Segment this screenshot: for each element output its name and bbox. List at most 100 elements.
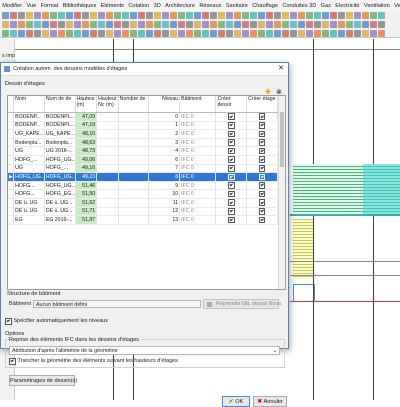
cell-building[interactable]: IFC 0 [179, 138, 217, 148]
cell-create-floor[interactable] [246, 215, 278, 225]
column-header[interactable]: Créer dessir [215, 96, 248, 113]
cell-level[interactable]: 12 [148, 207, 181, 217]
cell-level[interactable]: 6 [148, 155, 181, 165]
toolbar-button-icon[interactable] [186, 12, 193, 19]
toolbar-button-icon[interactable] [362, 29, 369, 37]
cancel-button[interactable]: ✖ Annuler [253, 396, 287, 407]
toolbar-button-icon[interactable] [290, 12, 297, 19]
cell-drawing-name[interactable]: HOFG_UG... [44, 172, 76, 182]
checkbox-checked[interactable] [258, 130, 266, 138]
toolbar-button-icon[interactable] [306, 29, 313, 37]
checkbox-checked[interactable] [258, 216, 266, 224]
cell-height[interactable]: 49,16 [75, 164, 98, 174]
toolbar-button-icon[interactable] [338, 29, 345, 37]
toolbar-button-icon[interactable] [242, 12, 249, 19]
table-row[interactable]: ▶ HOFG_UG... HOFG_UG... 49,23 8 IFC 0 [8, 172, 278, 182]
checkbox-checked[interactable] [258, 208, 266, 215]
cell-building[interactable]: IFC 0 [179, 181, 217, 191]
scrollbar-thumb[interactable] [280, 112, 284, 167]
toolbar-button-icon[interactable] [202, 21, 209, 28]
toolbar-button-icon[interactable] [258, 29, 265, 37]
toolbar-button-icon[interactable] [250, 12, 257, 19]
cell-level[interactable]: 7 [148, 164, 181, 174]
menu-item[interactable]: 3D [151, 3, 163, 9]
toolbar-button-icon[interactable] [74, 29, 81, 37]
toolbar-button-icon[interactable] [354, 21, 361, 28]
menu-item[interactable]: Bibliothèques [61, 3, 99, 9]
toolbar-button-icon[interactable] [122, 12, 129, 19]
toolbar-button-icon[interactable] [18, 29, 25, 37]
toolbar-button-icon[interactable] [370, 12, 377, 19]
cell-level[interactable]: 9 [148, 181, 181, 191]
toolbar-button-icon[interactable] [34, 12, 41, 19]
table-row[interactable]: HOFG... HOFG_EG... 51,50 10 IFC 0 [8, 189, 278, 199]
toolbar-button-icon[interactable] [338, 21, 345, 28]
toolbar-button-icon[interactable] [362, 21, 369, 28]
cell-drawing-name[interactable]: UG 2016-... [44, 146, 76, 156]
toolbar-button-icon[interactable] [330, 12, 337, 19]
toolbar-button-icon[interactable] [114, 21, 121, 28]
checkbox-checked[interactable] [228, 130, 235, 138]
cell-name[interactable]: UG [13, 164, 45, 174]
toolbar-button-icon[interactable] [266, 12, 273, 19]
toolbar-button-icon[interactable] [362, 12, 369, 19]
cell-create-floor[interactable] [246, 121, 278, 131]
cell-drawing-name[interactable]: Bodenpla... [44, 138, 76, 148]
column-header[interactable]: Nombre de [118, 96, 150, 113]
toolbar-button-icon[interactable] [194, 12, 201, 19]
cell-create-floor[interactable] [246, 181, 278, 191]
toolbar-button-icon[interactable] [346, 21, 353, 28]
toolbar-button-icon[interactable] [90, 29, 97, 37]
cell-create-drawing[interactable] [215, 207, 248, 217]
cell-level[interactable]: 1 [148, 121, 181, 131]
toolbar-button-icon[interactable] [162, 29, 169, 37]
checkbox-checked[interactable] [258, 182, 266, 189]
toolbar-button-icon[interactable] [18, 21, 25, 28]
toolbar-button-icon[interactable] [202, 29, 209, 37]
toolbar-button-icon[interactable] [34, 29, 41, 37]
cell-height[interactable]: 47,19 [75, 121, 98, 131]
cell-building[interactable]: IFC 0 [179, 146, 217, 156]
cell-height[interactable]: 51,87 [75, 215, 98, 225]
checkbox-checked[interactable] [258, 139, 266, 146]
cell-drawing-name[interactable]: HOFG_UG... [44, 181, 76, 191]
toolbar-button-icon[interactable] [210, 12, 217, 19]
cell-level[interactable]: 0 [148, 112, 181, 122]
column-header[interactable]: Nom [13, 96, 45, 113]
toolbar-button-icon[interactable] [138, 29, 145, 37]
checkbox-checked[interactable] [9, 358, 16, 365]
cell-height-nc[interactable] [96, 146, 119, 156]
checkbox-checked[interactable] [228, 208, 235, 215]
toolbar-button-icon[interactable] [314, 12, 321, 19]
toolbar-button-icon[interactable] [122, 29, 129, 37]
cell-drawing-name[interactable]: DE ü. UG... [44, 198, 76, 208]
cell-create-drawing[interactable] [215, 138, 248, 148]
cell-create-drawing[interactable] [215, 215, 248, 225]
cell-count[interactable] [118, 155, 150, 165]
toolbar-button-icon[interactable] [98, 29, 105, 37]
toolbar-button-icon[interactable] [82, 12, 89, 19]
toolbar-button-icon[interactable] [106, 12, 113, 19]
menu-item[interactable]: Gaz [318, 3, 333, 9]
cell-height-nc[interactable] [96, 164, 119, 174]
toolbar-button-icon[interactable] [194, 29, 201, 37]
cell-create-floor[interactable] [246, 198, 278, 208]
cell-count[interactable] [118, 172, 150, 182]
cell-name[interactable]: DE ü. UG [13, 198, 45, 208]
cell-name[interactable]: DE ü. UG [13, 207, 45, 217]
cell-create-floor[interactable] [246, 129, 278, 139]
toolbar-button-icon[interactable] [282, 29, 289, 37]
cell-height[interactable]: 49,06 [75, 155, 98, 165]
menu-item[interactable]: Ventilation [362, 3, 392, 9]
cell-level[interactable]: 8 [148, 172, 181, 182]
toolbar-button-icon[interactable] [226, 29, 233, 37]
toolbar-button-icon[interactable] [26, 29, 33, 37]
checkbox-checked[interactable] [228, 122, 235, 129]
cell-level[interactable]: 2 [148, 129, 181, 139]
column-header[interactable]: Niveau [148, 96, 181, 113]
toolbar-button-icon[interactable] [282, 21, 289, 28]
toolbar-button-icon[interactable] [194, 21, 201, 28]
toolbar-button-icon[interactable] [218, 21, 225, 28]
cell-building[interactable]: IFC 0 [179, 189, 217, 199]
cell-drawing-name[interactable]: BODENPL... [44, 112, 76, 122]
